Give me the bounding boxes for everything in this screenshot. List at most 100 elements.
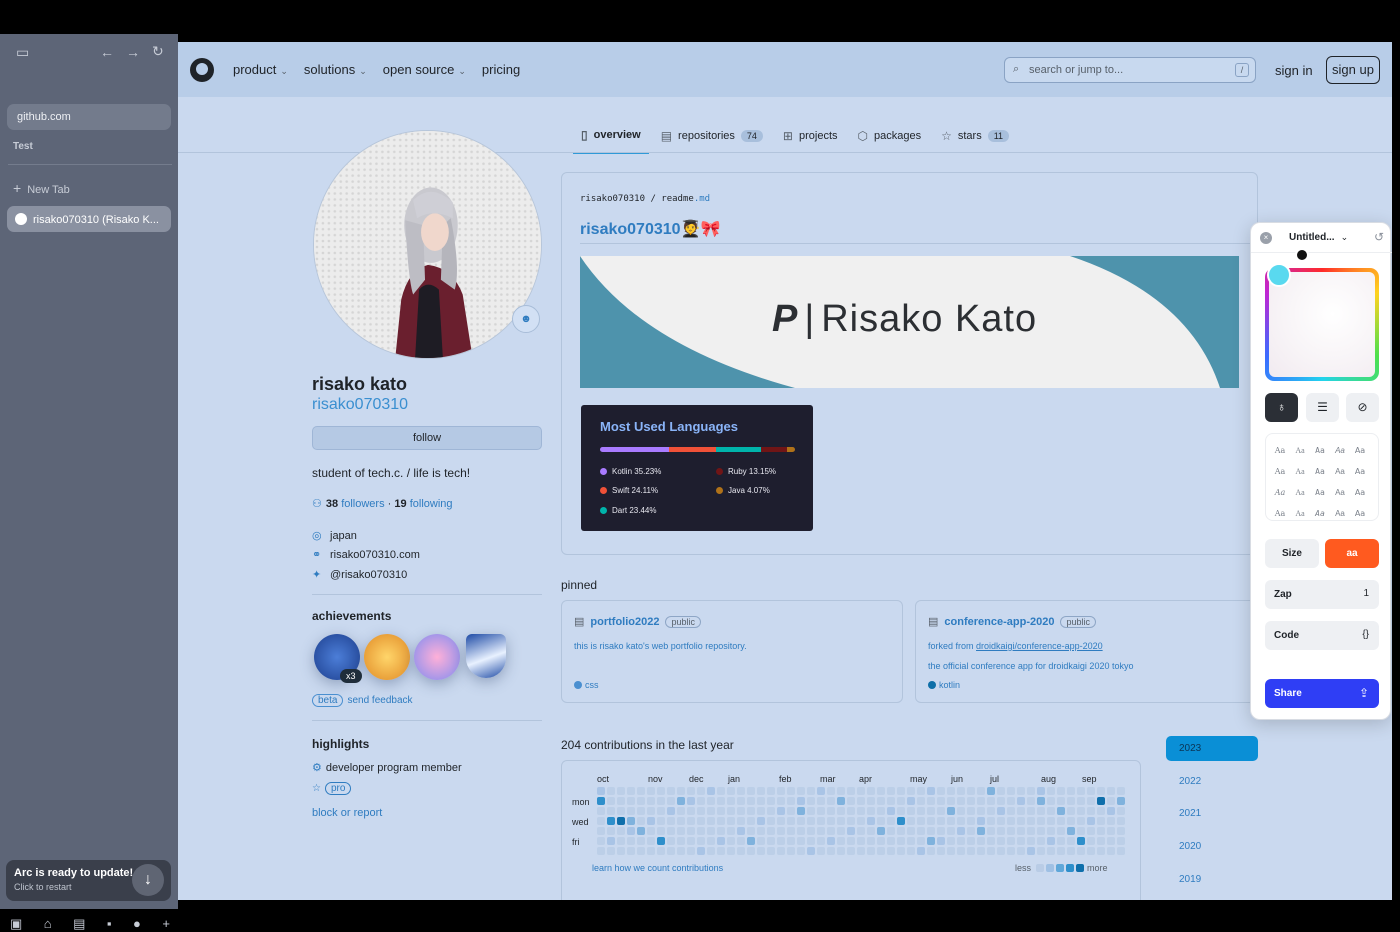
tab-stars[interactable]: ☆ stars 11 xyxy=(933,124,1017,154)
contribution-cell[interactable] xyxy=(667,827,675,835)
contribution-cell[interactable] xyxy=(657,837,665,845)
contribution-cell[interactable] xyxy=(977,837,985,845)
nav-open-source[interactable]: open source ⌄ xyxy=(383,62,466,77)
contribution-cell[interactable] xyxy=(917,827,925,835)
contribution-cell[interactable] xyxy=(667,807,675,815)
contribution-cell[interactable] xyxy=(997,837,1005,845)
contribution-cell[interactable] xyxy=(757,787,765,795)
contribution-cell[interactable] xyxy=(1027,807,1035,815)
contribution-cell[interactable] xyxy=(937,817,945,825)
achievement-starstruck-icon[interactable] xyxy=(466,634,506,678)
repo-name[interactable]: ▤ conference-app-2020 public xyxy=(928,615,1244,628)
contribution-cell[interactable] xyxy=(637,847,645,855)
contribution-cell[interactable] xyxy=(617,817,625,825)
contribution-cell[interactable] xyxy=(1097,797,1105,805)
contribution-cell[interactable] xyxy=(1097,807,1105,815)
contribution-cell[interactable] xyxy=(987,837,995,845)
contribution-cell[interactable] xyxy=(917,787,925,795)
contribution-cell[interactable] xyxy=(937,797,945,805)
twitter-item[interactable]: ✦ @risako070310 xyxy=(312,568,407,581)
contribution-cell[interactable] xyxy=(1037,817,1045,825)
contribution-cell[interactable] xyxy=(857,807,865,815)
contribution-cell[interactable] xyxy=(757,837,765,845)
contribution-cell[interactable] xyxy=(1087,837,1095,845)
contribution-cell[interactable] xyxy=(837,797,845,805)
contribution-cell[interactable] xyxy=(697,827,705,835)
contribution-cell[interactable] xyxy=(947,797,955,805)
contribution-cell[interactable] xyxy=(877,807,885,815)
contribution-cell[interactable] xyxy=(1007,787,1015,795)
contribution-cell[interactable] xyxy=(1047,837,1055,845)
contribution-cell[interactable] xyxy=(877,797,885,805)
following-count[interactable]: 19 xyxy=(394,498,406,510)
contribution-cell[interactable] xyxy=(977,807,985,815)
font-option[interactable]: Aa xyxy=(1350,483,1370,503)
contribution-cell[interactable] xyxy=(887,827,895,835)
achievement-cowboy-icon[interactable] xyxy=(364,634,410,680)
contribution-cell[interactable] xyxy=(727,827,735,835)
contribution-cell[interactable] xyxy=(1017,787,1025,795)
contribution-cell[interactable] xyxy=(707,847,715,855)
avatar[interactable] xyxy=(313,130,542,359)
contribution-cell[interactable] xyxy=(757,797,765,805)
contribution-cell[interactable] xyxy=(817,807,825,815)
contribution-cell[interactable] xyxy=(897,837,905,845)
contribution-cell[interactable] xyxy=(827,787,835,795)
contribution-cell[interactable] xyxy=(967,817,975,825)
contribution-cell[interactable] xyxy=(677,847,685,855)
contribution-cell[interactable] xyxy=(737,847,745,855)
archive-icon[interactable]: ▣ xyxy=(10,916,22,932)
contribution-cell[interactable] xyxy=(737,817,745,825)
font-option[interactable]: Aa xyxy=(1310,483,1330,503)
home-icon[interactable]: ⌂ xyxy=(44,916,52,932)
tab-packages[interactable]: ⬡ packages xyxy=(850,124,930,154)
contribution-cell[interactable] xyxy=(637,787,645,795)
font-option[interactable]: Aa xyxy=(1330,441,1350,461)
contribution-cell[interactable] xyxy=(817,827,825,835)
contribution-cell[interactable] xyxy=(1087,797,1095,805)
color-handle-accent[interactable] xyxy=(1267,263,1291,287)
contribution-cell[interactable] xyxy=(637,817,645,825)
contribution-cell[interactable] xyxy=(627,827,635,835)
contribution-cell[interactable] xyxy=(897,847,905,855)
font-option[interactable]: Aa xyxy=(1310,504,1330,524)
contribution-cell[interactable] xyxy=(607,797,615,805)
contribution-cell[interactable] xyxy=(827,797,835,805)
contribution-cell[interactable] xyxy=(837,807,845,815)
contribution-cell[interactable] xyxy=(607,817,615,825)
contribution-cell[interactable] xyxy=(987,787,995,795)
contribution-cell[interactable] xyxy=(997,817,1005,825)
contribution-cell[interactable] xyxy=(957,817,965,825)
contribution-cell[interactable] xyxy=(827,837,835,845)
add-space-icon[interactable]: + xyxy=(162,916,170,932)
status-emoji-icon[interactable]: ☻ xyxy=(512,305,540,333)
contribution-cell[interactable] xyxy=(657,807,665,815)
contribution-cell[interactable] xyxy=(767,797,775,805)
contribution-cell[interactable] xyxy=(787,837,795,845)
contribution-cell[interactable] xyxy=(777,847,785,855)
contribution-cell[interactable] xyxy=(1017,817,1025,825)
contribution-cell[interactable] xyxy=(727,837,735,845)
font-option[interactable]: Aa xyxy=(1310,462,1330,482)
contribution-cell[interactable] xyxy=(1047,797,1055,805)
contribution-cell[interactable] xyxy=(697,817,705,825)
contribution-cell[interactable] xyxy=(1077,797,1085,805)
font-option[interactable]: Aa xyxy=(1350,462,1370,482)
contribution-cell[interactable] xyxy=(1037,807,1045,815)
contribution-cell[interactable] xyxy=(1067,827,1075,835)
contribution-cell[interactable] xyxy=(707,797,715,805)
contribution-cell[interactable] xyxy=(747,827,755,835)
contribution-cell[interactable] xyxy=(917,847,925,855)
contribution-cell[interactable] xyxy=(737,807,745,815)
contribution-cell[interactable] xyxy=(837,827,845,835)
contribution-cell[interactable] xyxy=(1037,797,1045,805)
contribution-cell[interactable] xyxy=(947,817,955,825)
contribution-cell[interactable] xyxy=(1107,827,1115,835)
contribution-cell[interactable] xyxy=(857,787,865,795)
font-option[interactable]: Aa xyxy=(1290,462,1310,482)
website-link[interactable]: risako070310.com xyxy=(330,549,420,561)
contribution-cell[interactable] xyxy=(787,847,795,855)
contribution-cell[interactable] xyxy=(607,807,615,815)
send-feedback-link[interactable]: send feedback xyxy=(347,695,412,706)
contribution-cell[interactable] xyxy=(807,817,815,825)
